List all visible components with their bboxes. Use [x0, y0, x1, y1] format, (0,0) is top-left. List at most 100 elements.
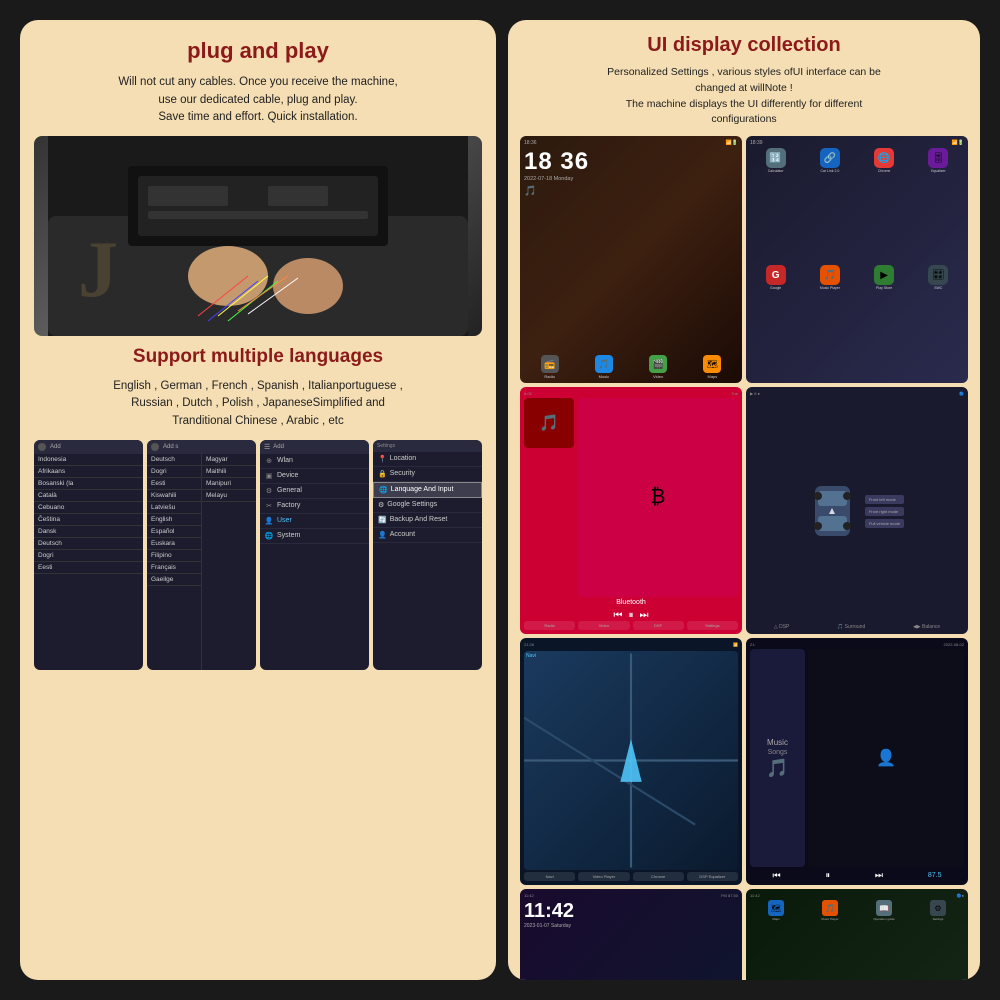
app-radio[interactable]: 📻 Radio — [524, 355, 575, 379]
lang-list: Indonesia Afrikaans Bosanski (la Català … — [34, 454, 143, 574]
playstore-label: Play Store — [876, 286, 892, 290]
navi-label: Navi — [526, 653, 536, 659]
menu-system[interactable]: 🌐 System — [260, 529, 369, 544]
musicplayer2-icon: 🎵 — [822, 900, 838, 916]
music-song-label: Music — [767, 738, 788, 747]
list-item: Čeština — [34, 514, 143, 526]
submenu-backup[interactable]: 🔄 Backup And Reset — [373, 513, 482, 528]
music-date: 2022-08-02 — [944, 642, 964, 647]
balance-label: ◀▶ Balance — [913, 624, 940, 630]
menu-general-label: General — [277, 487, 302, 494]
ui-cell-apps: 18:39 📶🔋 🔢 Calculator 🔗 Car Link 2.0 🌐 C — [746, 136, 968, 383]
car-topview-svg — [810, 476, 855, 546]
app-equalizer[interactable]: 🎚 Equalizer — [913, 148, 964, 262]
lang-header-text: Add — [50, 444, 61, 450]
submenu-google[interactable]: ⚙ Google Settings — [373, 498, 482, 513]
menu-factory[interactable]: ✂ Factory — [260, 499, 369, 514]
list-item: Català — [34, 490, 143, 502]
home-time-display: 11:42 — [524, 893, 534, 898]
lang-header-text2: Add s — [163, 444, 178, 450]
radio-icon: 📻 — [541, 355, 559, 373]
front-left-mode[interactable]: Front left mode — [865, 495, 904, 504]
menu-wlan-label: Wlan — [277, 457, 293, 464]
submenu-header: Settings — [373, 440, 482, 452]
menu-device[interactable]: ▣ Device — [260, 469, 369, 484]
surround-label: 🎵 Surround — [837, 624, 865, 630]
ui-cell-apps-2: 11:42 🔵● 🗺 Maps 🎵 Music Player 📖 Operati… — [746, 889, 968, 980]
maps2-label: Maps — [750, 917, 802, 921]
globe-icon: 🌐 — [265, 532, 273, 540]
music-next[interactable]: ⏭ — [875, 870, 883, 881]
app-playstore[interactable]: ▶ Play Store — [859, 265, 910, 379]
music-prev[interactable]: ⏮ — [772, 870, 780, 881]
bt-status: 🔵 — [959, 391, 964, 396]
app-chrome[interactable]: 🌐 Chrome — [859, 148, 910, 262]
menu-user-label: User — [277, 517, 292, 524]
app-maps[interactable]: 🗺 Maps — [687, 355, 738, 379]
submenu-account[interactable]: 👤 Account — [373, 528, 482, 543]
list-item: Kiswahili — [147, 490, 201, 502]
prev-icon[interactable]: ⏮ — [614, 610, 623, 621]
map-area: Navi — [524, 651, 738, 870]
music-play[interactable]: ⏸ — [825, 870, 830, 881]
list-item: Manipuri — [202, 478, 256, 490]
menu-user[interactable]: 👤 User — [260, 514, 369, 529]
app-video[interactable]: 🎬 Video — [633, 355, 684, 379]
app-calculator[interactable]: 🔢 Calculator — [750, 148, 801, 262]
music-speed: 87.5 — [928, 872, 942, 879]
video-btn[interactable]: Video — [578, 621, 629, 630]
app2-musicplayer[interactable]: 🎵 Music Player — [804, 900, 856, 980]
apps2-status: 11:42 🔵● — [750, 893, 964, 898]
navi-status: 21:26 📶 — [524, 642, 738, 647]
player-controls: ⏮ ⏸ ⏭ — [524, 610, 738, 621]
full-vehicle-mode[interactable]: Full vehicle mode — [865, 519, 904, 528]
settings2-icon: ⚙ — [930, 900, 946, 916]
security-icon: 🔒 — [378, 470, 387, 478]
app2-maps[interactable]: 🗺 Maps — [750, 900, 802, 980]
submenu-security[interactable]: 🔒 Security — [373, 467, 482, 482]
settings-btn[interactable]: Settings — [687, 621, 738, 630]
calculator-icon: 🔢 — [766, 148, 786, 168]
home-date: 2023-01-07 Saturday — [524, 923, 738, 929]
submenu-location[interactable]: 📍 Location — [373, 452, 482, 467]
list-item: Maithili — [202, 466, 256, 478]
submenu-language[interactable]: 🌐 Lanquage And Input — [373, 482, 482, 498]
app2-settings[interactable]: ⚙ Settings — [912, 900, 964, 980]
apps2-grid: 🗺 Maps 🎵 Music Player 📖 Operation guide … — [750, 900, 964, 980]
next-icon[interactable]: ⏭ — [640, 610, 649, 621]
status-icons-2: 📶🔋 — [952, 140, 964, 146]
chrome-btn[interactable]: Chrome — [633, 872, 684, 881]
menu-general[interactable]: ⚙ General — [260, 484, 369, 499]
settings-header-label: Add — [273, 444, 284, 450]
video-btn-2[interactable]: Video Player — [578, 872, 629, 881]
app-music[interactable]: 🎵 Music — [578, 355, 629, 379]
submenu-language-label: Lanquage And Input — [391, 486, 454, 493]
radio-btn[interactable]: Radio — [524, 621, 575, 630]
list-item: Dogri — [147, 466, 201, 478]
bt-time: 8:05 — [524, 391, 532, 396]
home-clock: 11:42 — [524, 900, 738, 923]
app-carlink[interactable]: 🔗 Car Link 2.0 — [804, 148, 855, 262]
front-right-mode[interactable]: Front right mode — [865, 507, 904, 516]
app-musicplayer[interactable]: 🎵 Music Player — [804, 265, 855, 379]
gear-icon: ⚙ — [265, 487, 273, 495]
music-album-art: Music Songs 🎵 — [750, 649, 805, 867]
apps2-icons: 🔵● — [957, 893, 964, 898]
app2-opguide[interactable]: 📖 Operation guide — [858, 900, 910, 980]
play-icon[interactable]: ⏸ — [629, 610, 634, 621]
dsp-eq-btn[interactable]: DSP Equalizer — [687, 872, 738, 881]
home-fm: FM 87.50 — [721, 893, 738, 898]
list-item: Melayu — [202, 490, 256, 502]
list-item: English — [147, 514, 201, 526]
menu-wlan[interactable]: ⊕ Wlan — [260, 454, 369, 469]
app-google[interactable]: G Google — [750, 265, 801, 379]
dsp-btn[interactable]: DSP — [633, 621, 684, 630]
navi-bottom: Navi Video Player Chrome DSP Equalizer — [524, 872, 738, 881]
submenu-screenshot: Settings 📍 Location 🔒 Security 🌐 Lanquag… — [373, 440, 482, 670]
carlink-icon: 🔗 — [820, 148, 840, 168]
musicplayer-label: Music Player — [820, 286, 840, 290]
bt-symbol: ₿ — [578, 398, 738, 597]
navi-btn[interactable]: Navi — [524, 872, 575, 881]
app-swc[interactable]: 🎛 SWC — [913, 265, 964, 379]
settings-menu-screenshot: ☰ Add ⊕ Wlan ▣ Device ⚙ General ✂ Fact — [260, 440, 369, 670]
